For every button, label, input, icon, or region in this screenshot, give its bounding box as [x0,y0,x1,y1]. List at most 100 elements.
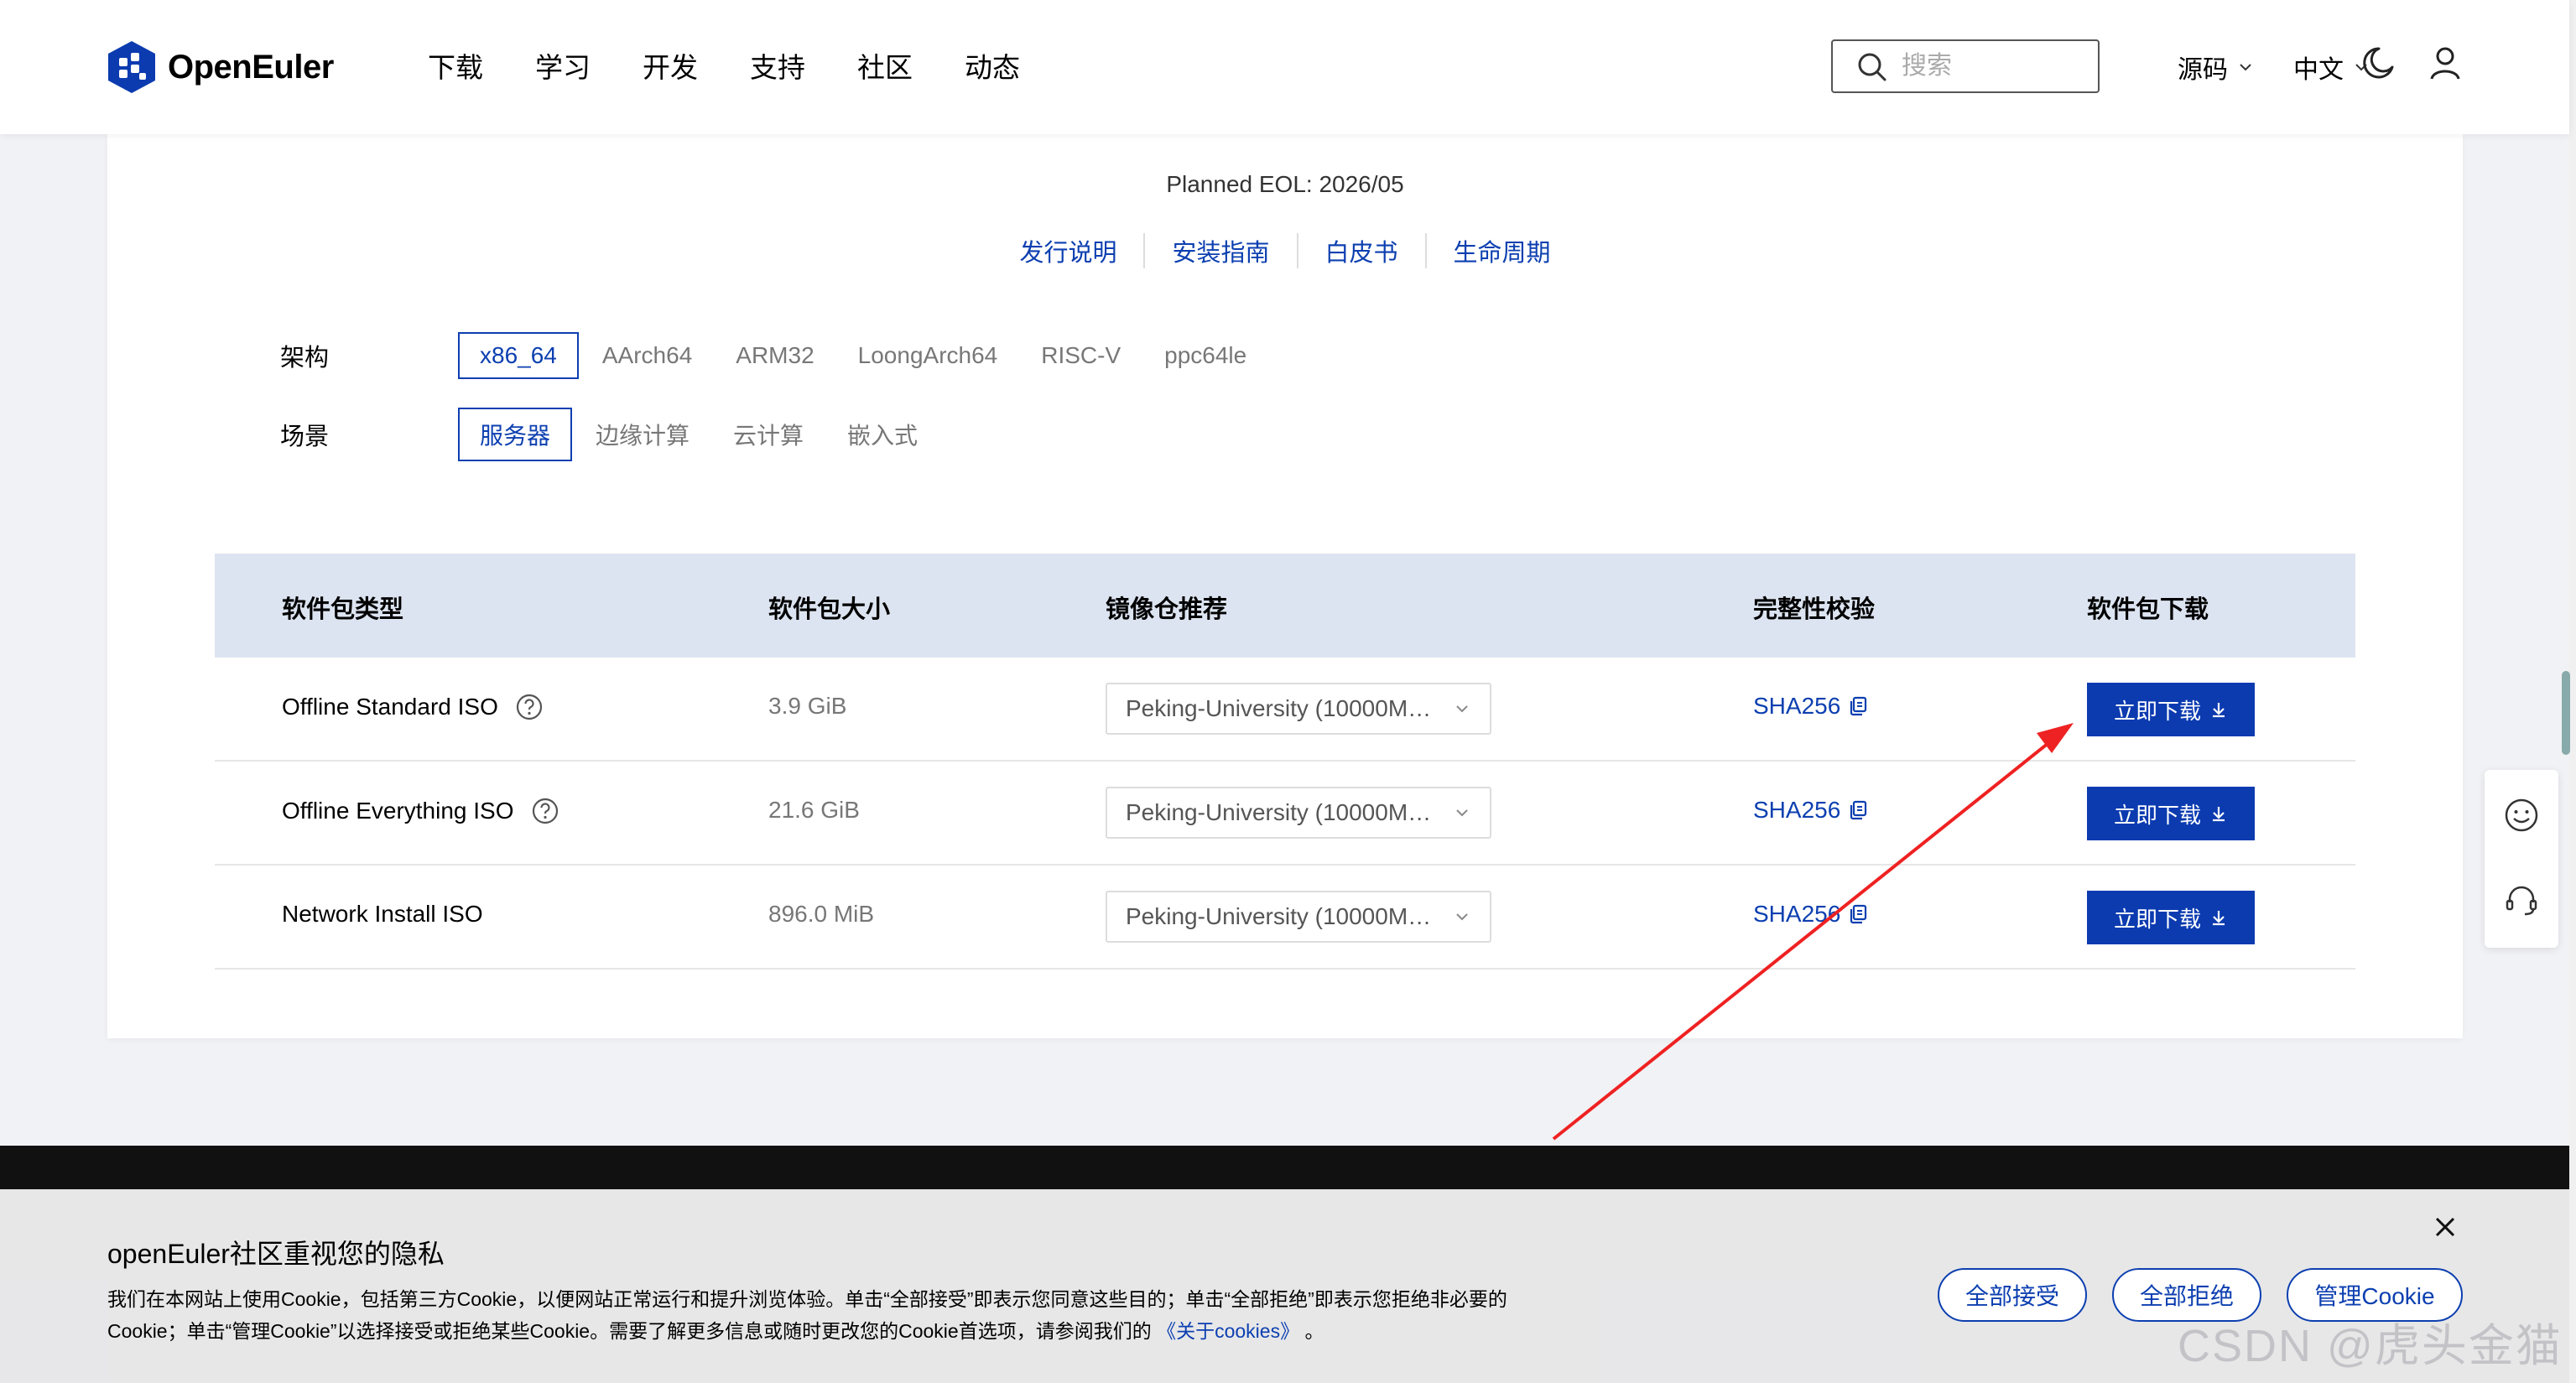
help-icon[interactable] [531,797,559,825]
link-release-notes[interactable]: 发行说明 [992,233,1146,268]
logo-text: OpenEuler [168,48,334,86]
package-size: 896.0 MiB [768,901,875,927]
download-button[interactable]: 立即下载 [2087,891,2255,944]
dark-mode-icon[interactable] [2359,44,2397,82]
sha256-link[interactable]: SHA256 [1753,693,1869,720]
chevron-down-icon [2240,64,2251,71]
sha256-link[interactable]: SHA256 [1753,797,1869,824]
arch-option-ppc64le[interactable]: ppc64le [1164,342,1246,369]
main-nav: 下载 学习 开发 支持 社区 动态 [428,45,1072,86]
help-icon[interactable] [515,693,544,721]
download-icon [2213,807,2225,822]
sha256-label: SHA256 [1753,797,1841,823]
scene-option-server[interactable]: 服务器 [458,408,573,461]
mirror-select[interactable]: Peking-University (10000M… [1106,683,1491,735]
logo[interactable]: OpenEuler [106,39,334,95]
arch-option-x86-64[interactable]: x86_64 [458,332,579,379]
table-row: Offline Everything ISO 21.6 GiB Peking-U… [215,762,2355,866]
mirror-select-value: Peking-University (10000M… [1126,799,1432,825]
arch-label: 架构 [280,345,330,372]
close-icon[interactable] [2431,1213,2459,1241]
download-button-label: 立即下载 [2113,698,2201,724]
package-type: Network Install ISO [282,901,483,928]
arch-option-arm32[interactable]: ARM32 [736,342,814,369]
copy-icon[interactable] [1847,695,1869,717]
copy-icon[interactable] [1847,799,1869,821]
cookie-description: 我们在本网站上使用Cookie，包括第三方Cookie，以便网站正常运行和提升浏… [107,1283,1559,1347]
chevron-down-icon [1456,705,1468,713]
arch-filter: 架构 x86_64 AArch64 ARM32 LoongArch64 RISC… [280,332,1290,379]
col-header-type: 软件包类型 [282,596,404,623]
scene-option-edge[interactable]: 边缘计算 [596,418,690,451]
search-box[interactable] [1831,39,2100,93]
sha256-link[interactable]: SHA256 [1753,901,1869,928]
release-links: 发行说明 安装指南 白皮书 生命周期 [107,233,2463,268]
mirror-select[interactable]: Peking-University (10000M… [1106,891,1491,943]
scrollbar-thumb[interactable] [2562,671,2570,755]
search-icon [1858,53,1886,81]
link-whitepaper[interactable]: 白皮书 [1298,233,1427,268]
link-install-guide[interactable]: 安装指南 [1145,233,1298,268]
floating-help-widget [2485,770,2558,948]
nav-item-support[interactable]: 支持 [750,45,805,86]
arch-option-aarch64[interactable]: AArch64 [602,342,692,369]
package-type: Offline Standard ISO [282,693,544,721]
arch-option-risc-v[interactable]: RISC-V [1041,342,1121,369]
page-scrollbar[interactable] [2569,0,2576,1383]
source-dropdown[interactable]: 源码 [2178,49,2255,86]
package-table: 软件包类型 软件包大小 镜像仓推荐 完整性校验 软件包下载 Offline St… [215,554,2355,970]
package-type-label: Network Install ISO [282,901,483,927]
headset-support-icon[interactable] [2503,881,2540,918]
table-row: Network Install ISO 896.0 MiB Peking-Uni… [215,866,2355,970]
download-button-label: 立即下载 [2113,802,2201,828]
download-button-label: 立即下载 [2113,906,2201,932]
copy-icon[interactable] [1847,903,1869,925]
link-lifecycle[interactable]: 生命周期 [1427,233,1578,268]
user-icon[interactable] [2426,44,2464,82]
download-icon [2213,703,2225,718]
mirror-select-value: Peking-University (10000M… [1126,903,1432,929]
package-type: Offline Everything ISO [282,797,559,825]
search-input[interactable] [1902,52,2086,81]
language-label: 中文 [2293,56,2344,84]
col-header-download: 软件包下载 [2087,596,2209,623]
planned-eol: Planned EOL: 2026/05 [1166,171,1404,197]
table-row: Offline Standard ISO 3.9 GiB Peking-Univ… [215,658,2355,762]
nav-item-download[interactable]: 下载 [428,45,483,86]
sha256-label: SHA256 [1753,901,1841,927]
csdn-watermark: CSDN @虎头金猫 [2178,1321,2563,1371]
scene-filter: 场景 服务器 边缘计算 云计算 嵌入式 [280,408,961,461]
col-header-checksum: 完整性校验 [1753,596,1876,623]
nav-item-learn[interactable]: 学习 [535,45,591,86]
mirror-select[interactable]: Peking-University (10000M… [1106,787,1491,839]
nav-item-news[interactable]: 动态 [965,45,1020,86]
download-icon [2213,911,2225,926]
scene-label: 场景 [280,424,330,450]
sha256-label: SHA256 [1753,693,1841,719]
download-button[interactable]: 立即下载 [2087,787,2255,840]
source-label: 源码 [2178,56,2228,84]
about-cookies-link[interactable]: 《关于cookies》 [1157,1320,1299,1342]
scene-option-cloud[interactable]: 云计算 [733,418,804,451]
chevron-down-icon [1456,913,1468,921]
top-header: OpenEuler 下载 学习 开发 支持 社区 动态 源码 中文 [0,0,2569,134]
col-header-mirror: 镜像仓推荐 [1106,596,1228,623]
package-size: 21.6 GiB [768,797,860,823]
smiley-feedback-icon[interactable] [2503,797,2540,834]
arch-option-loongarch64[interactable]: LoongArch64 [858,342,998,369]
package-type-label: Offline Standard ISO [282,694,498,720]
nav-item-community[interactable]: 社区 [857,45,913,86]
download-card: Planned EOL: 2026/05 发行说明 安装指南 白皮书 生命周期 … [107,134,2463,1038]
accept-all-button[interactable]: 全部接受 [1938,1268,2087,1322]
openeuler-logo-icon [108,41,155,93]
nav-item-develop[interactable]: 开发 [643,45,698,86]
download-button[interactable]: 立即下载 [2087,683,2255,736]
table-header: 软件包类型 软件包大小 镜像仓推荐 完整性校验 软件包下载 [215,554,2355,658]
cookie-title: openEuler社区重视您的隐私 [107,1239,445,1269]
chevron-down-icon [1456,809,1468,817]
scene-option-embedded[interactable]: 嵌入式 [847,418,918,451]
col-header-size: 软件包大小 [768,596,891,623]
package-type-label: Offline Everything ISO [282,798,514,824]
package-size: 3.9 GiB [768,693,847,719]
mirror-select-value: Peking-University (10000M… [1126,695,1432,721]
